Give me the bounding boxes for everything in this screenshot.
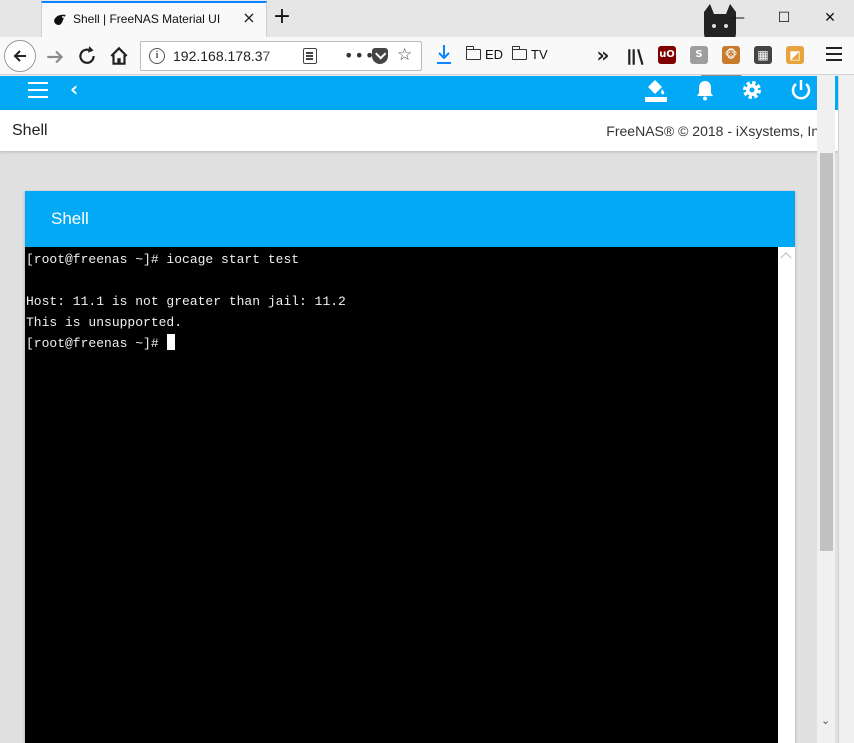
- page-viewport: ‹ Shell FreeNAS® © 2018 - iXsystems, Inc…: [0, 76, 838, 743]
- minimize-button[interactable]: —: [730, 10, 746, 26]
- maximize-button[interactable]: ☐: [776, 10, 792, 26]
- terminal[interactable]: [root@freenas ~]# iocage start test Host…: [25, 247, 778, 743]
- reader-view-icon[interactable]: [303, 48, 317, 64]
- overflow-chevron-icon[interactable]: »: [592, 44, 614, 66]
- notifications-bell-icon[interactable]: [693, 78, 717, 102]
- close-window-button[interactable]: ✕: [822, 10, 838, 26]
- page-actions-more-icon[interactable]: •••: [344, 46, 375, 65]
- terminal-scrollbar[interactable]: [778, 247, 795, 743]
- reload-icon[interactable]: [76, 45, 98, 67]
- page-scrollbar-thumb[interactable]: [820, 153, 833, 551]
- app-top-bar: ‹: [0, 76, 838, 110]
- freenas-favicon-icon: [54, 14, 66, 25]
- power-icon[interactable]: [789, 78, 813, 102]
- color-extension-icon[interactable]: ◩: [786, 46, 804, 64]
- bookmark-tv-label: TV: [531, 47, 548, 62]
- terminal-prompt: [root@freenas ~]#: [26, 336, 167, 351]
- settings-gear-icon[interactable]: [740, 78, 764, 102]
- page-scrollbar[interactable]: ⌄: [817, 76, 835, 743]
- monkey-extension-icon[interactable]: 🐵: [722, 46, 740, 64]
- back-icon: [13, 50, 26, 62]
- window-right-edge: [838, 76, 854, 743]
- copyright-text: FreeNAS® © 2018 - iXsystems, Inc.: [606, 123, 830, 139]
- new-tab-button[interactable]: +: [272, 6, 292, 28]
- s-extension-icon[interactable]: S: [690, 46, 708, 64]
- bookmark-ed[interactable]: ED: [465, 46, 504, 62]
- scroll-down-icon[interactable]: ⌄: [821, 714, 830, 727]
- ublock-origin-icon[interactable]: uO: [658, 46, 676, 64]
- menu-icon[interactable]: [28, 82, 48, 98]
- terminal-line: This is unsupported.: [26, 315, 183, 330]
- page-title: Shell: [12, 122, 48, 139]
- bookmark-star-icon[interactable]: ☆: [397, 45, 412, 65]
- browser-menu-icon[interactable]: [826, 47, 842, 61]
- folder-icon: [465, 46, 481, 60]
- terminal-line: Host: 11.1 is not greater than jail: 11.…: [26, 294, 346, 309]
- browser-tab[interactable]: Shell | FreeNAS Material UI ×: [41, 1, 267, 37]
- terminal-cursor: [167, 334, 176, 350]
- pocket-icon[interactable]: [372, 48, 388, 64]
- download-icon[interactable]: [436, 44, 452, 66]
- forward-icon[interactable]: [44, 46, 66, 68]
- browser-window: Shell | FreeNAS Material UI × + — ☐ ✕ i …: [0, 0, 854, 743]
- page-header: Shell FreeNAS® © 2018 - iXsystems, Inc.: [0, 110, 838, 151]
- back-chevron-icon[interactable]: ‹: [70, 78, 78, 100]
- home-icon[interactable]: [108, 45, 130, 67]
- shell-card-title: Shell: [51, 209, 89, 228]
- tab-title: Shell | FreeNAS Material UI: [73, 12, 221, 26]
- shell-card-header: Shell: [25, 191, 795, 247]
- site-info-icon[interactable]: i: [149, 48, 165, 64]
- navigation-toolbar: i 192.168.178.37 ••• ☆ ED TV » uO S 🐵 ▦ …: [0, 37, 854, 75]
- url-fade: [261, 44, 291, 68]
- tab-close-icon[interactable]: ×: [241, 10, 257, 26]
- terminal-prompt-line: [root@freenas ~]#: [26, 333, 778, 354]
- folder-icon: [511, 46, 527, 60]
- scroll-up-icon[interactable]: [780, 252, 792, 264]
- bookmark-ed-label: ED: [485, 47, 504, 62]
- bookmark-tv[interactable]: TV: [511, 46, 548, 62]
- library-icon[interactable]: [626, 46, 648, 68]
- title-bar: Shell | FreeNAS Material UI × + — ☐ ✕: [0, 0, 854, 92]
- shell-card: Shell [root@freenas ~]# iocage start tes…: [25, 191, 795, 743]
- chart-extension-icon[interactable]: ▦: [754, 46, 772, 64]
- back-button[interactable]: [4, 40, 36, 72]
- address-bar[interactable]: i 192.168.178.37 ••• ☆: [140, 41, 422, 71]
- terminal-line: [root@freenas ~]# iocage start test: [26, 252, 300, 267]
- theme-paint-icon[interactable]: [644, 78, 668, 102]
